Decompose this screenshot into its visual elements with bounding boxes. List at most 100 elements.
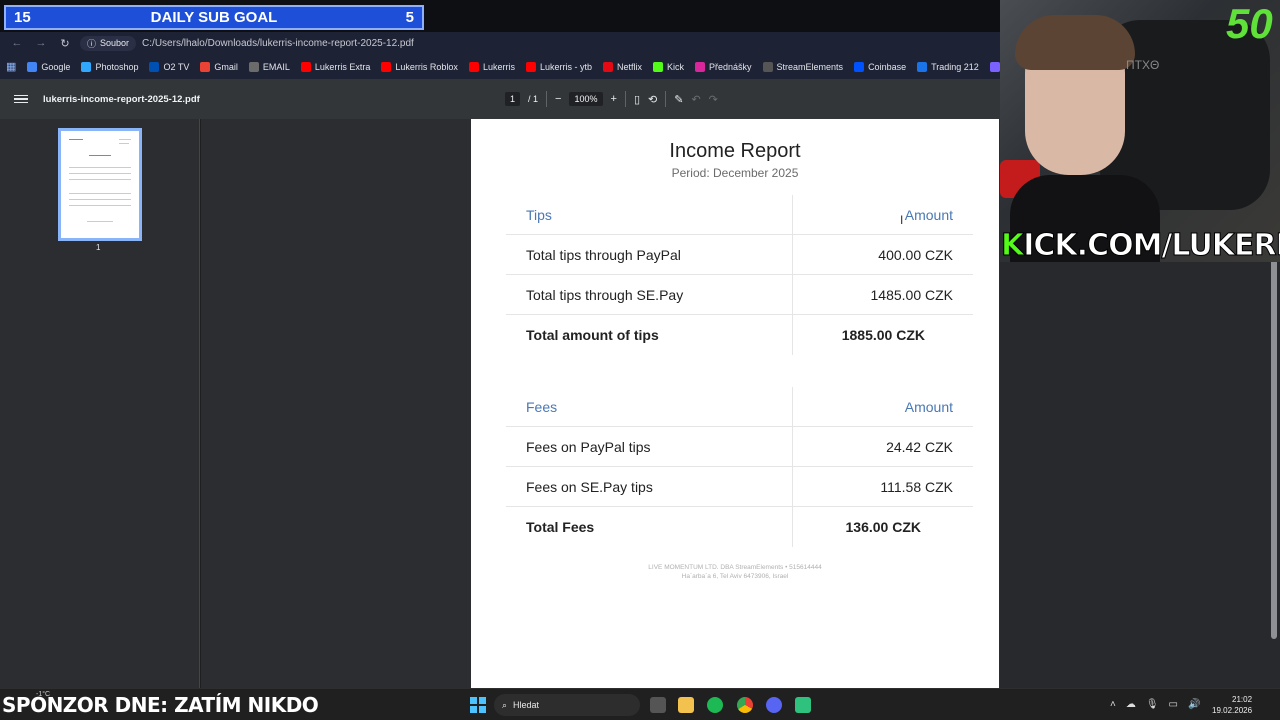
bookmark-list: Google Photoshop O2 TV Gmail EMAIL Lukerris E… xyxy=(27,61,1000,72)
bookmark-favicon-icon xyxy=(854,61,865,72)
row-label: Fees on PayPal tips xyxy=(526,439,651,455)
zoom-in-icon[interactable]: + xyxy=(611,93,617,105)
table-row: Fees on SE.Pay tips 111.58 CZK xyxy=(506,467,973,507)
tips-header: Tips xyxy=(526,207,552,223)
bookmark-item[interactable]: EMAIL xyxy=(248,61,290,72)
clock-time: 21:02 xyxy=(1232,695,1253,704)
app-icon[interactable] xyxy=(795,697,811,713)
right-panel-background xyxy=(1000,262,1280,688)
annotate-icon[interactable]: ✎ xyxy=(674,93,683,106)
bookmark-label: StreamElements xyxy=(776,61,844,72)
row-label: Total tips through PayPal xyxy=(526,247,681,263)
chrome-icon[interactable] xyxy=(737,697,753,713)
row-value: 400.00 CZK xyxy=(878,247,953,263)
bookmark-item[interactable]: Coinbase xyxy=(854,61,906,72)
site-info-label: Soubor xyxy=(100,38,130,48)
pdf-page-controls: 1 / 1 − 100% + ▯ ⟲ ✎ ↶ ↷ xyxy=(505,79,718,119)
bookmarks-bar: ▦ Google Photoshop O2 TV Gmail EMAIL Lukerris… xyxy=(0,54,1000,79)
bookmark-label: Lukerris Extra xyxy=(314,61,371,72)
bookmark-favicon-icon xyxy=(989,61,1000,72)
bookmark-item[interactable]: Lukerris Extra xyxy=(300,61,371,72)
bookmark-favicon-icon xyxy=(248,61,259,72)
bookmark-item[interactable]: Kick xyxy=(652,61,684,72)
goal-number-overlay: 50 xyxy=(1226,0,1273,47)
chair-logo: ΠTXΘ xyxy=(1126,58,1160,72)
table-row: Total tips through SE.Pay 1485.00 CZK xyxy=(506,275,973,315)
tips-total-row: Total amount of tips 1885.00 CZK xyxy=(506,315,973,355)
microphone-icon[interactable]: 🎙 xyxy=(1146,699,1159,710)
bookmark-item[interactable]: Gmail xyxy=(200,61,238,72)
reload-icon[interactable]: ↻ xyxy=(56,37,74,50)
bookmark-item[interactable]: Lukerris - ytb xyxy=(525,61,592,72)
text-cursor-icon: I xyxy=(900,213,904,227)
bookmark-favicon-icon xyxy=(81,61,92,72)
kick-k-letter: K xyxy=(1000,228,1024,264)
bookmark-item[interactable]: Lukerris Roblox xyxy=(381,61,458,72)
rotate-icon[interactable]: ⟲ xyxy=(648,93,657,106)
streamer-hair xyxy=(1015,15,1135,70)
bookmark-item[interactable]: Přednášky xyxy=(695,61,752,72)
cloud-icon[interactable]: ☁ xyxy=(1126,699,1136,710)
taskbar: -1°C SPONZOR DNE: ZATÍM NIKDO ⌕ Hledat ˄… xyxy=(0,688,1280,720)
total-label: Total amount of tips xyxy=(526,327,659,343)
bookmark-item[interactable]: O2 TV xyxy=(149,61,189,72)
volume-icon[interactable]: 🔊 xyxy=(1188,699,1200,710)
report-title: Income Report xyxy=(669,140,801,162)
system-tray: ˄ ☁ 🎙 ▭ 🔊 xyxy=(1110,699,1200,710)
apps-grid-icon[interactable]: ▦ xyxy=(6,60,16,73)
bookmark-item[interactable]: Netflix xyxy=(602,61,642,72)
bookmark-item[interactable]: Google Ger xyxy=(989,61,1000,72)
bookmark-item[interactable]: Trading 212 xyxy=(917,61,979,72)
bookmark-favicon-icon xyxy=(525,61,536,72)
undo-icon[interactable]: ↶ xyxy=(691,93,700,106)
sub-goal-target: 5 xyxy=(405,9,414,26)
discord-icon[interactable] xyxy=(766,697,782,713)
redo-icon[interactable]: ↷ xyxy=(709,93,718,106)
table-row: Total tips through PayPal 400.00 CZK xyxy=(506,235,973,275)
bookmark-favicon-icon xyxy=(300,61,311,72)
bookmark-item[interactable]: Google xyxy=(27,61,70,72)
bookmark-favicon-icon xyxy=(652,61,663,72)
bookmark-item[interactable]: Lukerris xyxy=(468,61,515,72)
bookmark-item[interactable]: Photoshop xyxy=(81,61,138,72)
clock[interactable]: 21:02 19.02.2026 xyxy=(1212,694,1252,716)
bookmark-item[interactable]: StreamElements xyxy=(762,61,844,72)
address-bar: ← → ↻ ⓘ Soubor C:/Users/lhalo/Downloads/… xyxy=(0,32,1000,54)
table-row: Fees on PayPal tips 24.42 CZK xyxy=(506,427,973,467)
bookmark-favicon-icon xyxy=(200,61,211,72)
bookmark-favicon-icon xyxy=(695,61,705,72)
row-value: 1485.00 CZK xyxy=(870,287,954,303)
zoom-input[interactable]: 100% xyxy=(569,92,603,106)
windows-start-icon[interactable] xyxy=(470,697,486,713)
task-view-icon[interactable] xyxy=(650,697,666,713)
fees-total-row: Total Fees 136.00 CZK xyxy=(506,507,973,547)
fit-page-icon[interactable]: ▯ xyxy=(634,93,640,106)
info-icon: ⓘ xyxy=(87,38,97,49)
page-number-input[interactable]: 1 xyxy=(505,92,521,106)
chevron-up-icon[interactable]: ˄ xyxy=(1110,699,1116,710)
network-icon[interactable]: ▭ xyxy=(1169,699,1178,710)
bookmark-favicon-icon xyxy=(917,61,928,72)
divider xyxy=(624,91,626,107)
search-icon: ⌕ xyxy=(502,699,508,710)
back-icon[interactable]: ← xyxy=(8,37,26,49)
file-explorer-icon[interactable] xyxy=(678,697,694,713)
divider xyxy=(546,91,548,107)
clock-date: 19.02.2026 xyxy=(1212,706,1253,715)
sponsor-overlay: SPONZOR DNE: ZATÍM NIKDO xyxy=(2,693,319,717)
bookmark-label: Přednášky xyxy=(709,61,752,72)
sub-goal-title: DAILY SUB GOAL xyxy=(150,9,278,26)
forward-icon[interactable]: → xyxy=(32,37,50,49)
menu-icon[interactable] xyxy=(14,93,28,106)
total-label: Total Fees xyxy=(526,519,595,535)
zoom-out-icon[interactable]: − xyxy=(555,93,561,105)
bookmark-label: Kick xyxy=(666,61,684,72)
taskbar-search[interactable]: ⌕ Hledat xyxy=(494,694,640,716)
page-thumbnail[interactable] xyxy=(58,128,142,241)
screen: 15 DAILY SUB GOAL 5 ← → ↻ ⓘ Soubor C:/Us… xyxy=(0,0,1280,720)
url-field[interactable]: C:/Users/lhalo/Downloads/lukerris-income… xyxy=(142,38,414,49)
site-info-chip[interactable]: ⓘ Soubor xyxy=(80,35,137,51)
spotify-icon[interactable] xyxy=(707,697,723,713)
total-value: 136.00 CZK xyxy=(845,519,921,535)
row-label: Fees on SE.Pay tips xyxy=(526,479,653,495)
